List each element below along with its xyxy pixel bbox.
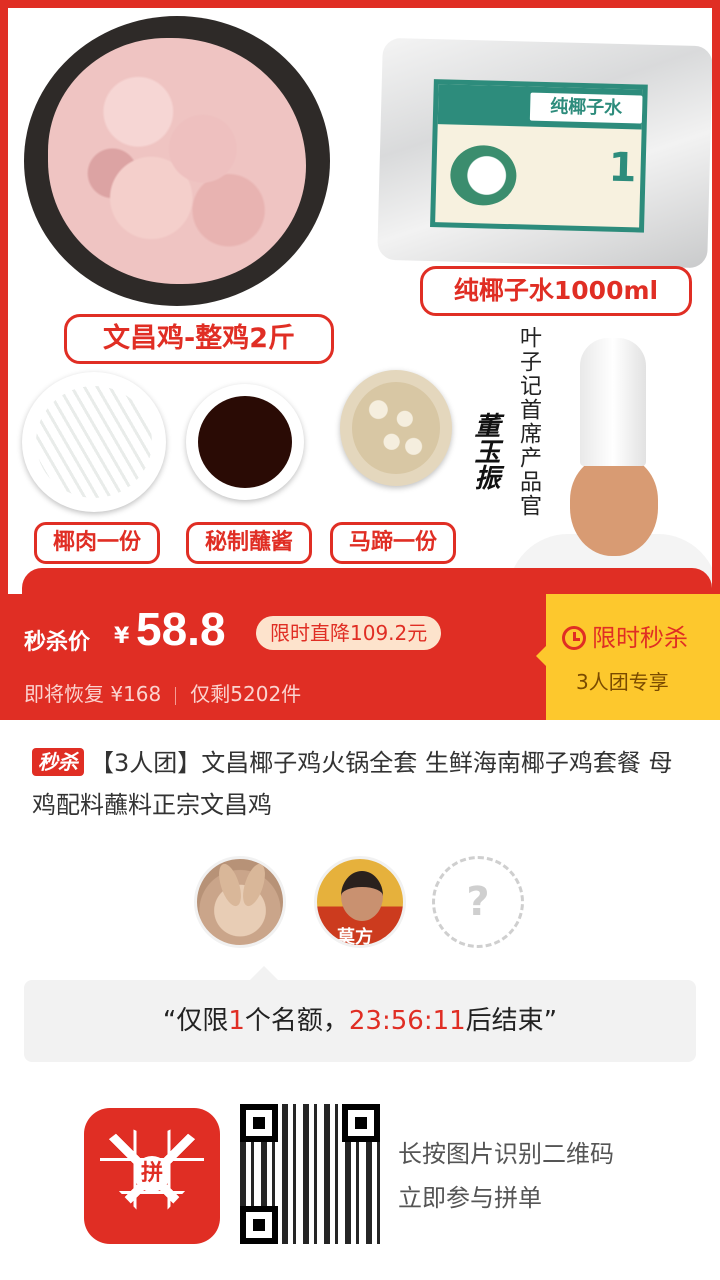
scan-instructions: 长按图片识别二维码 立即参与拼单 [398, 1132, 614, 1220]
pack-number: 1 [608, 144, 638, 192]
price-bar: 秒杀价 ¥ 58.8 限时直降109.2元 即将恢复 ¥168 仅剩5202件 限… [0, 594, 720, 720]
flash-sale-panel: 限时秒杀 3人团专享 [536, 594, 720, 720]
water-chestnut-bowl-image [340, 370, 452, 486]
qr-code[interactable] [240, 1104, 380, 1244]
flash-sale-subtitle: 3人团专享 [576, 670, 669, 694]
chicken-plate-image [24, 16, 330, 306]
coconut-meat-label: 椰肉一份 [34, 522, 160, 564]
pinduoduo-logo-icon: 拼 [84, 1108, 220, 1244]
logo-character: 拼 [134, 1156, 170, 1192]
price-panel: 秒杀价 ¥ 58.8 限时直降109.2元 即将恢复 ¥168 仅剩5202件 [0, 594, 546, 720]
group-member-avatar[interactable] [194, 856, 286, 948]
product-image: 纯椰子水 1 纯椰子水1000ml 文昌鸡-整鸡2斤 椰肉一份 秘制蘸酱 马蹄一… [0, 0, 720, 594]
flash-sale-title-text: 限时秒杀 [592, 624, 688, 652]
quota-prefix: “仅限 [162, 1006, 229, 1036]
flash-sale-title: 限时秒杀 [562, 618, 688, 653]
group-member-avatar[interactable]: 莫方 [314, 856, 406, 948]
water-chestnut-label: 马蹄一份 [330, 522, 456, 564]
flash-sale-badge: 秒杀 [32, 748, 84, 776]
product-title-text: 【3人团】文昌椰子鸡火锅全套 生鲜海南椰子鸡套餐 母鸡配料蘸料正宗文昌鸡 [32, 749, 673, 819]
coconut-water-label: 纯椰子水1000ml [420, 266, 692, 316]
empty-member-slot[interactable]: ? [432, 856, 524, 948]
price-label: 秒杀价 [24, 630, 91, 655]
promo-banner-strip [22, 568, 712, 594]
sauce-bowl-image [186, 384, 304, 500]
quota-middle: 个名额， [244, 1006, 349, 1036]
coconut-icon [449, 144, 518, 207]
chef-photo [508, 338, 712, 594]
original-price: 即将恢复 ¥168 [24, 682, 162, 706]
sauce-label: 秘制蘸酱 [186, 522, 312, 564]
pack-title: 纯椰子水 [529, 92, 643, 124]
scan-instruction-line1: 长按图片识别二维码 [398, 1140, 614, 1168]
chef-signature: 董玉振 [470, 412, 500, 490]
avatar-caption: 莫方 [337, 927, 373, 948]
coconut-meat-bowl-image [22, 372, 166, 512]
coconut-water-pack-image: 纯椰子水 1 [377, 37, 712, 269]
divider [175, 686, 177, 705]
product-title: 秒杀 【3人团】文昌椰子鸡火锅全套 生鲜海南椰子鸡套餐 母鸡配料蘸料正宗文昌鸡 [32, 742, 692, 826]
price-currency: ¥ [114, 624, 130, 649]
quota-count: 1 [228, 1006, 245, 1036]
stock-count: 仅剩5202件 [190, 682, 302, 706]
alarm-clock-icon [562, 626, 586, 650]
scan-instruction-line2: 立即参与拼单 [398, 1184, 542, 1212]
discount-tag: 限时直降109.2元 [256, 616, 442, 650]
quota-countdown-message: “仅限1个名额，23:56:11后结束” [24, 966, 696, 1062]
price-subline: 即将恢复 ¥168 仅剩5202件 [24, 678, 301, 707]
countdown-timer: 23:56:11 [348, 1006, 466, 1036]
quota-suffix: 后结束” [465, 1006, 558, 1036]
price-value: 58.8 [136, 603, 226, 655]
chicken-label: 文昌鸡-整鸡2斤 [64, 314, 334, 364]
